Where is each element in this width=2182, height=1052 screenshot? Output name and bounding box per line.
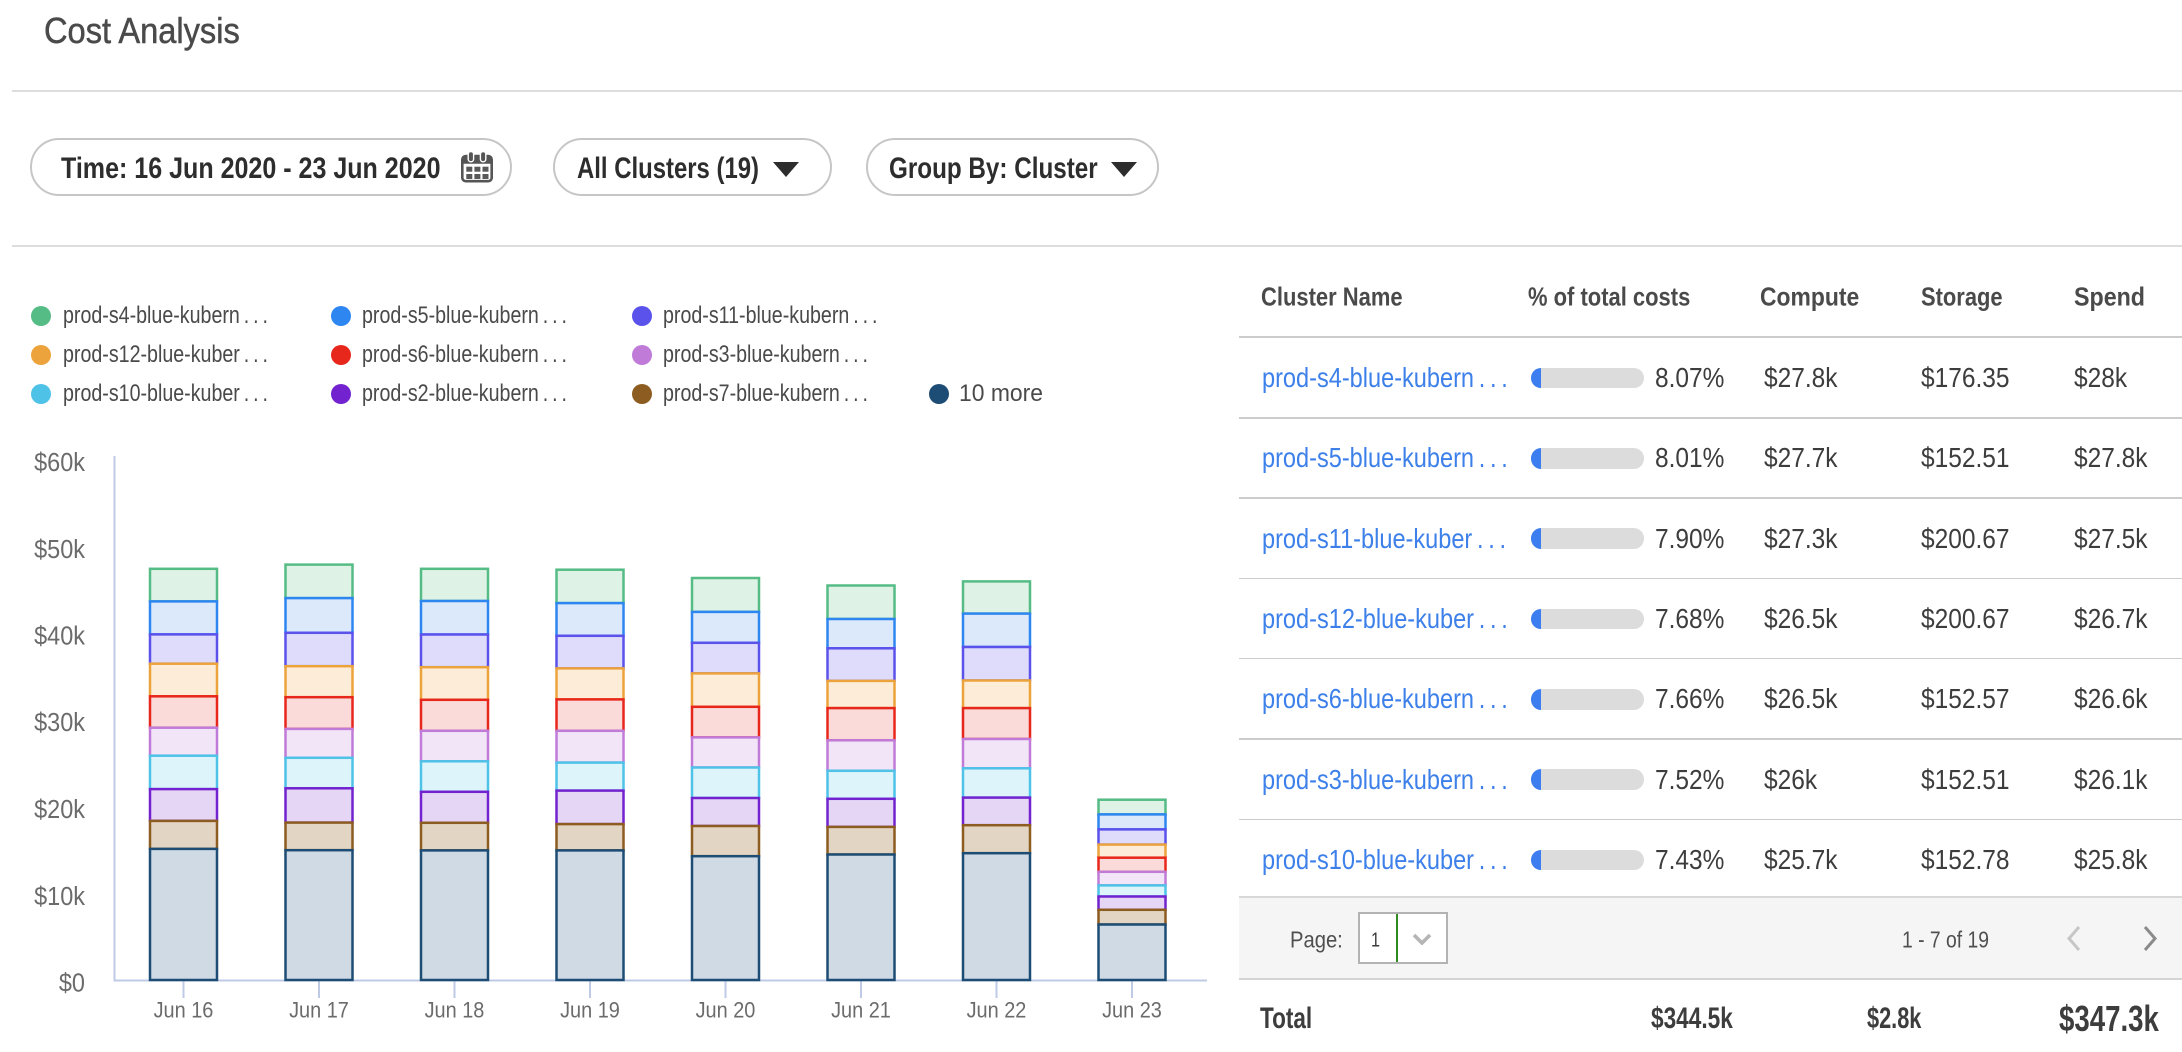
svg-text:Jun 23: Jun 23 <box>1102 998 1162 1023</box>
svg-text:Jun 22: Jun 22 <box>967 998 1027 1023</box>
svg-text:Jun 21: Jun 21 <box>831 998 891 1023</box>
svg-text:$20k: $20k <box>34 796 85 824</box>
svg-text:$40k: $40k <box>34 623 85 651</box>
svg-text:Jun 20: Jun 20 <box>696 998 756 1023</box>
svg-text:Jun 17: Jun 17 <box>289 998 349 1023</box>
svg-text:$50k: $50k <box>34 536 85 564</box>
svg-text:$10k: $10k <box>34 883 85 911</box>
svg-text:$60k: $60k <box>34 449 85 477</box>
svg-text:Jun 16: Jun 16 <box>154 998 214 1023</box>
svg-text:$30k: $30k <box>34 709 85 737</box>
svg-text:Jun 19: Jun 19 <box>560 998 620 1023</box>
svg-text:Jun 18: Jun 18 <box>425 998 485 1023</box>
svg-text:$0: $0 <box>59 970 85 998</box>
